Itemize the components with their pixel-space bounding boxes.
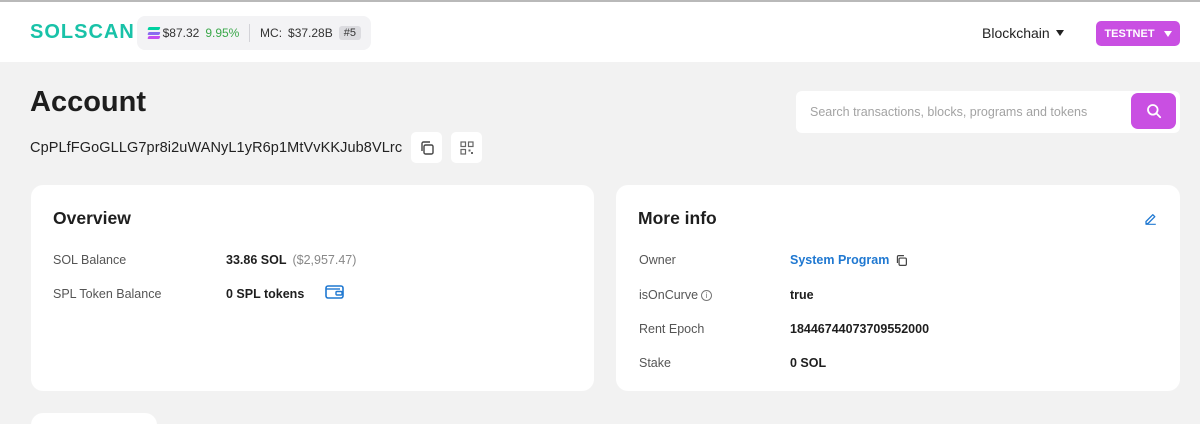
search-button[interactable]	[1131, 93, 1176, 129]
stake-label: Stake	[639, 356, 671, 370]
sol-price: $87.32	[162, 26, 200, 40]
is-on-curve-value: true	[790, 288, 814, 302]
blockchain-menu-label: Blockchain	[982, 25, 1050, 41]
copy-icon	[420, 140, 434, 155]
market-rank-badge: #5	[338, 26, 361, 40]
more-info-card: More info Owner System Program isOnCurve…	[616, 185, 1180, 391]
sol-price-change: 9.95%	[205, 26, 240, 40]
sol-balance-value-group: 33.86 SOL ($2,957.47)	[226, 253, 356, 267]
market-cap-label: MC:	[260, 26, 283, 40]
edit-button[interactable]	[1144, 212, 1157, 230]
solana-icon	[147, 27, 161, 39]
account-address-row: CpPLfFGoGLLG7pr8i2uWANyL1yR6p1MtVvKKJub8…	[30, 132, 483, 163]
overview-title: Overview	[53, 208, 131, 228]
more-info-title: More info	[638, 208, 717, 228]
search-icon	[1146, 104, 1161, 119]
caret-down-icon	[1055, 30, 1064, 36]
rent-epoch-label: Rent Epoch	[639, 322, 705, 336]
search-bar	[796, 91, 1180, 133]
overview-card: Overview SOL Balance 33.86 SOL ($2,957.4…	[31, 185, 594, 391]
top-navbar: SOLSCAN $87.32 9.95% MC: $37.28B #5 Bloc…	[0, 2, 1200, 62]
sol-balance-value: 33.86 SOL	[226, 253, 287, 267]
spl-token-balance-label: SPL Token Balance	[53, 287, 162, 301]
sol-balance-label: SOL Balance	[53, 253, 127, 267]
blockchain-menu[interactable]: Blockchain	[982, 25, 1064, 41]
stake-value: 0 SOL	[790, 356, 827, 370]
sol-balance-usd: ($2,957.47)	[292, 253, 357, 267]
ticker-divider	[249, 24, 251, 42]
caret-down-icon	[1163, 30, 1172, 37]
page-title: Account	[30, 86, 146, 118]
wallet-button[interactable]	[325, 284, 344, 304]
info-icon[interactable]: i	[701, 290, 713, 302]
spl-token-balance-value: 0 SPL tokens	[226, 287, 305, 301]
is-on-curve-label: isOnCurve	[639, 288, 699, 302]
market-cap-value: $37.28B	[288, 26, 333, 40]
qr-code-icon	[460, 140, 474, 155]
spl-token-balance-value-group: 0 SPL tokens	[226, 287, 304, 301]
solscan-logo[interactable]: SOLSCAN	[30, 21, 135, 44]
owner-label: Owner	[639, 253, 676, 267]
copy-icon[interactable]	[895, 254, 908, 267]
network-label: TESTNET	[1104, 27, 1155, 40]
is-on-curve-label-group: isOnCurve i	[639, 288, 713, 302]
network-selector-button[interactable]: TESTNET	[1096, 21, 1180, 46]
account-address: CpPLfFGoGLLG7pr8i2uWANyL1yR6p1MtVvKKJub8…	[30, 139, 403, 156]
rent-epoch-value: 18446744073709552000	[790, 322, 930, 336]
search-input[interactable]	[796, 91, 1126, 133]
edit-icon	[1145, 214, 1156, 225]
qr-code-button[interactable]	[451, 132, 483, 163]
next-section-card	[31, 413, 157, 424]
owner-link[interactable]: System Program	[790, 253, 889, 267]
wallet-icon	[325, 285, 344, 299]
copy-address-button[interactable]	[411, 132, 443, 163]
owner-value-group: System Program	[790, 253, 908, 267]
sol-price-ticker: $87.32 9.95% MC: $37.28B #5	[137, 16, 371, 50]
